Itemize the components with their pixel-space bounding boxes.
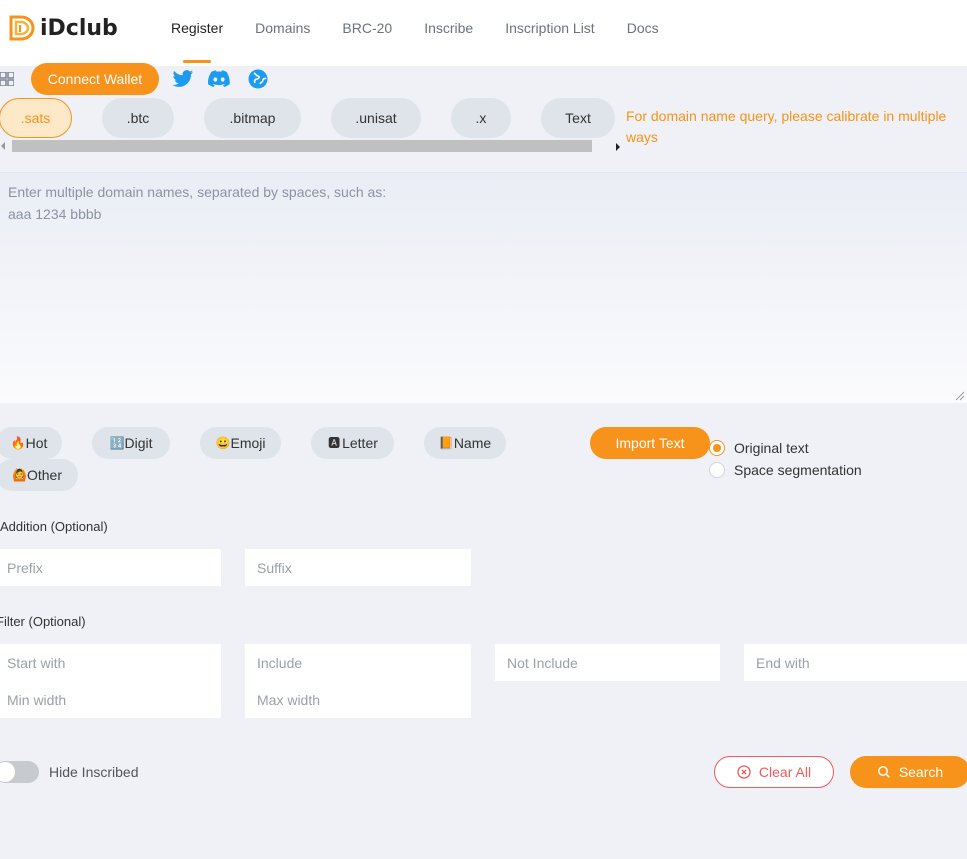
hide-inscribed-toggle[interactable]	[0, 761, 39, 783]
not-include-input[interactable]	[495, 644, 720, 681]
nav-domains[interactable]: Domains	[255, 0, 310, 66]
category-label: Other	[26, 467, 62, 483]
scroll-left-arrow-icon[interactable]	[1, 142, 5, 150]
scroll-right-arrow-icon[interactable]	[616, 143, 620, 151]
mode-original-option[interactable]: Original text	[709, 440, 809, 456]
min-width-input[interactable]	[0, 681, 221, 718]
book-icon: 📙	[438, 436, 454, 450]
fire-icon: 🔥	[10, 436, 26, 450]
category-digit[interactable]: 🔢 Digit	[92, 427, 170, 459]
category-letter[interactable]: 🅰 Letter	[311, 427, 394, 459]
suffix-input[interactable]	[245, 549, 471, 586]
category-emoji[interactable]: 😀 Emoji	[200, 427, 281, 459]
twitter-icon[interactable]	[172, 69, 194, 89]
toggle-knob	[0, 762, 15, 782]
radio-unchecked-icon[interactable]	[709, 462, 725, 478]
globe-icon[interactable]	[247, 69, 269, 89]
category-hot[interactable]: 🔥 Hot	[0, 427, 62, 459]
category-label: Hot	[25, 435, 48, 451]
mode-space-label: Space segmentation	[734, 462, 862, 478]
search-icon	[877, 766, 890, 778]
nav-docs[interactable]: Docs	[627, 0, 659, 66]
digit-icon: 🔢	[109, 436, 125, 450]
tab-x[interactable]: .x	[451, 98, 511, 138]
letter-icon: 🅰	[328, 436, 341, 450]
radio-checked-icon[interactable]	[709, 440, 725, 456]
mode-original-label: Original text	[734, 440, 809, 456]
scroll-thumb[interactable]	[12, 140, 592, 152]
filter-label: Filter (Optional)	[0, 614, 86, 629]
logo[interactable]: iDclub	[8, 14, 118, 42]
category-label: Digit	[124, 435, 153, 451]
category-label: Letter	[342, 435, 378, 451]
tab-sats[interactable]: .sats	[0, 98, 72, 138]
domain-query-textarea[interactable]: Enter multiple domain names, separated b…	[0, 172, 967, 403]
tabs-scrollbar[interactable]	[0, 139, 624, 154]
discord-icon[interactable]	[208, 69, 230, 89]
start-with-input[interactable]	[0, 644, 221, 681]
person-icon: 🙆	[11, 468, 27, 482]
logo-icon	[9, 15, 35, 41]
prefix-input[interactable]	[0, 549, 221, 586]
resize-handle-icon[interactable]	[955, 391, 965, 401]
query-hint: For domain name query, please calibrate …	[626, 108, 947, 145]
category-name[interactable]: 📙 Name	[424, 427, 506, 459]
import-text-button[interactable]: Import Text	[590, 427, 710, 459]
category-label: Emoji	[230, 435, 266, 451]
close-circle-icon	[737, 765, 751, 779]
brand-name: iDclub	[40, 15, 118, 41]
tab-text[interactable]: Text	[541, 98, 615, 138]
addition-label: Addition (Optional)	[0, 519, 108, 534]
end-with-input[interactable]	[744, 644, 967, 681]
search-button[interactable]: Search	[850, 756, 967, 788]
nav-inscribe[interactable]: Inscribe	[424, 0, 473, 66]
mode-space-option[interactable]: Space segmentation	[709, 462, 862, 478]
clear-all-label: Clear All	[758, 764, 812, 780]
category-label: Name	[453, 435, 492, 451]
max-width-input[interactable]	[245, 681, 471, 718]
hide-inscribed-label: Hide Inscribed	[49, 764, 139, 780]
tab-bitmap[interactable]: .bitmap	[204, 98, 301, 138]
clear-all-button[interactable]: Clear All	[714, 756, 834, 788]
tab-unisat[interactable]: .unisat	[331, 98, 421, 138]
smiley-icon: 😀	[215, 436, 231, 450]
main-nav: Register Domains BRC-20 Inscribe Inscrip…	[171, 0, 691, 66]
connect-wallet-button[interactable]: Connect Wallet	[31, 63, 159, 95]
include-input[interactable]	[245, 644, 471, 681]
search-label: Search	[898, 764, 944, 780]
grid-icon[interactable]	[0, 72, 14, 86]
nav-register[interactable]: Register	[171, 0, 223, 66]
tab-btc[interactable]: .btc	[102, 98, 174, 138]
header: iDclub Register Domains BRC-20 Inscribe …	[0, 0, 967, 66]
toolbar: Connect Wallet	[0, 62, 967, 96]
nav-brc20[interactable]: BRC-20	[342, 0, 392, 66]
category-other[interactable]: 🙆 Other	[0, 459, 78, 491]
nav-inscription-list[interactable]: Inscription List	[505, 0, 594, 66]
